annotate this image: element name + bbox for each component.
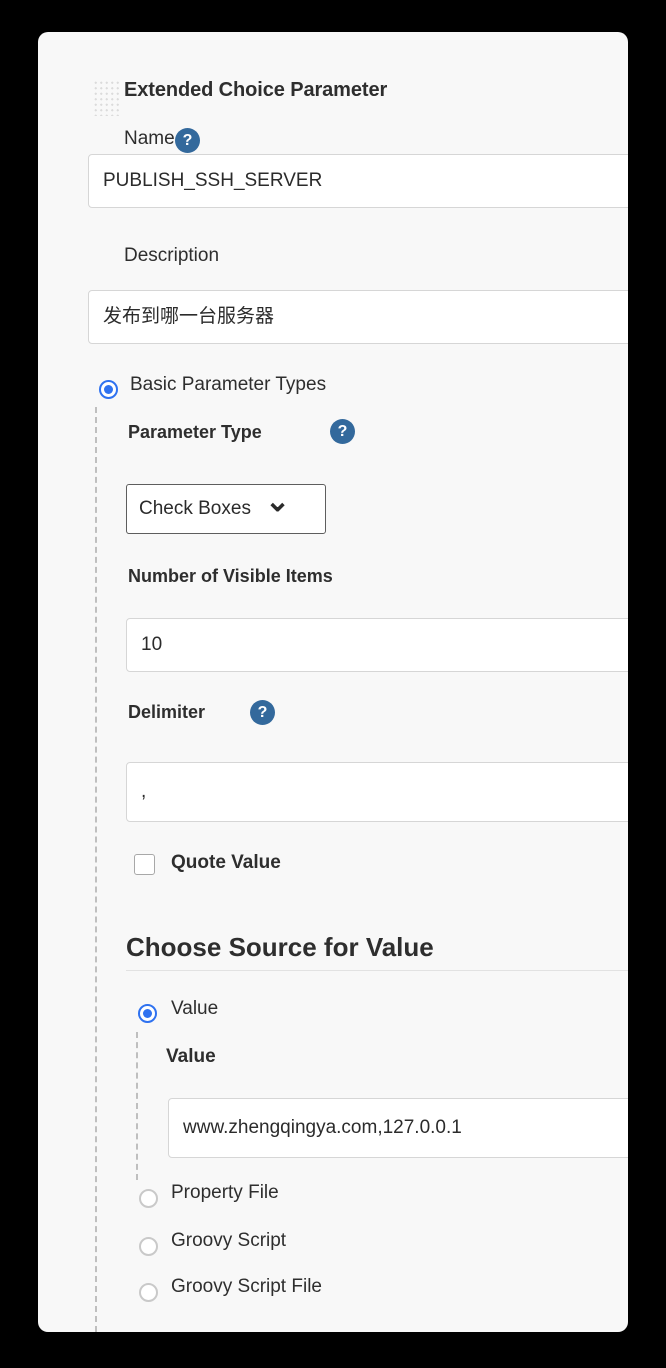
delimiter-label: Delimiter xyxy=(128,702,206,722)
value-field-label: Value xyxy=(166,1046,216,1067)
extended-choice-parameter-card: Extended Choice Parameter Name ? PUBLISH… xyxy=(38,32,628,1332)
choose-source-heading: Choose Source for Value xyxy=(126,932,434,962)
parameter-type-label: Parameter Type xyxy=(128,422,262,442)
radio-basic-parameter-types[interactable] xyxy=(99,380,118,399)
radio-source-property-file-label: Property File xyxy=(171,1182,279,1203)
value-field-input[interactable]: www.zhengqingya.com,127.0.0.1 xyxy=(168,1098,628,1158)
help-circle-icon-parameter-type[interactable]: ? xyxy=(330,419,355,444)
nesting-guide-inner xyxy=(136,1032,138,1180)
drag-dots-icon[interactable] xyxy=(93,80,119,116)
radio-source-groovy-script-file-label: Groovy Script File xyxy=(171,1276,322,1297)
delimiter-input[interactable]: , xyxy=(126,762,628,822)
radio-source-groovy-script[interactable] xyxy=(139,1237,158,1256)
chevron-down-icon: ⌄ xyxy=(264,485,291,518)
help-circle-icon-delimiter[interactable]: ? xyxy=(250,700,275,725)
radio-source-groovy-script-file[interactable] xyxy=(139,1283,158,1302)
nesting-guide-outer xyxy=(95,407,97,1332)
help-circle-icon-name[interactable]: ? xyxy=(175,128,200,153)
visible-items-input[interactable]: 10 xyxy=(126,618,628,672)
radio-source-property-file[interactable] xyxy=(139,1189,158,1208)
name-input[interactable]: PUBLISH_SSH_SERVER xyxy=(88,154,628,208)
page-title: Extended Choice Parameter xyxy=(124,79,388,101)
page-root: Extended Choice Parameter Name ? PUBLISH… xyxy=(0,0,666,1368)
quote-value-checkbox[interactable] xyxy=(134,854,155,875)
name-label: Name xyxy=(124,128,175,149)
section-divider xyxy=(126,970,628,971)
basic-parameter-types-label: Basic Parameter Types xyxy=(130,374,327,395)
parameter-type-selected-value: Check Boxes xyxy=(139,498,251,519)
radio-source-groovy-script-label: Groovy Script xyxy=(171,1230,287,1251)
parameter-type-select[interactable]: Check Boxes ⌄ xyxy=(126,484,326,534)
description-input[interactable]: 发布到哪一台服务器 xyxy=(88,290,628,344)
quote-value-label: Quote Value xyxy=(171,852,281,873)
visible-items-label: Number of Visible Items xyxy=(128,566,333,586)
radio-source-value[interactable] xyxy=(138,1004,157,1023)
description-label: Description xyxy=(124,245,220,266)
radio-source-value-label: Value xyxy=(171,998,219,1019)
